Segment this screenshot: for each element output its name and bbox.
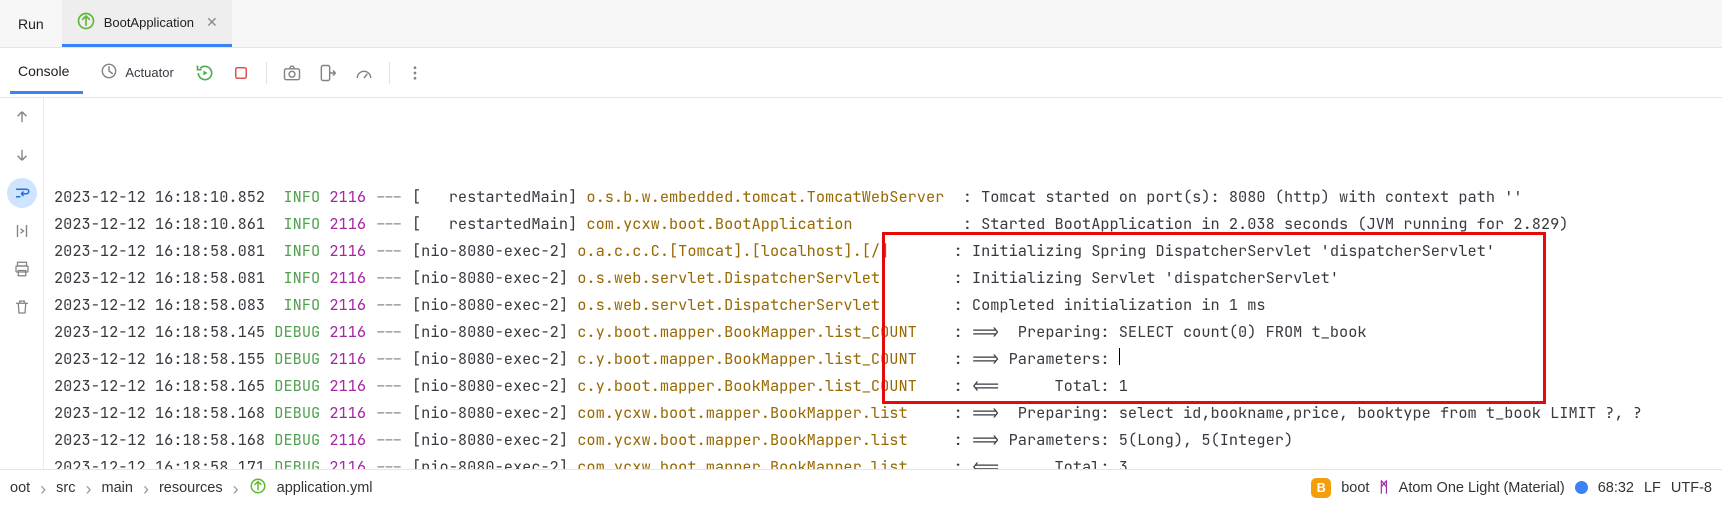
scroll-up-icon[interactable] bbox=[7, 102, 37, 132]
log-line: 2023-12-12 16:18:10.861 INFO 2116 --- [ … bbox=[54, 210, 1722, 237]
top-tab-bar: Run BootApplication ✕ bbox=[0, 0, 1722, 48]
file-encoding[interactable]: UTF-8 bbox=[1671, 480, 1712, 496]
separator bbox=[266, 62, 267, 84]
more-icon[interactable] bbox=[400, 58, 430, 88]
separator bbox=[389, 62, 390, 84]
tab-console[interactable]: Console bbox=[10, 53, 83, 93]
yaml-icon bbox=[249, 477, 267, 499]
run-config-tab-label: BootApplication bbox=[104, 15, 194, 30]
breadcrumb-segment[interactable]: oot bbox=[10, 480, 30, 496]
log-line: 2023-12-12 16:18:58.081 INFO 2116 --- [n… bbox=[54, 264, 1722, 291]
actuator-icon bbox=[99, 61, 119, 84]
module-badge[interactable]: B bbox=[1311, 478, 1331, 498]
log-line: 2023-12-12 16:18:58.165 DEBUG 2116 --- [… bbox=[54, 372, 1722, 399]
breadcrumb-file[interactable]: application.yml bbox=[277, 480, 373, 496]
log-line: 2023-12-12 16:18:58.145 DEBUG 2116 --- [… bbox=[54, 318, 1722, 345]
log-line: 2023-12-12 16:18:10.852 INFO 2116 --- [ … bbox=[54, 183, 1722, 210]
log-line: 2023-12-12 16:18:58.081 INFO 2116 --- [n… bbox=[54, 237, 1722, 264]
scroll-to-end-icon[interactable] bbox=[7, 216, 37, 246]
profiler-icon[interactable] bbox=[349, 58, 379, 88]
console-gutter bbox=[0, 98, 44, 469]
breadcrumb-segment[interactable]: main bbox=[102, 480, 133, 496]
run-config-tab-bootapplication[interactable]: BootApplication ✕ bbox=[62, 0, 232, 47]
status-dot-icon[interactable] bbox=[1575, 481, 1588, 494]
stop-button[interactable] bbox=[226, 58, 256, 88]
close-icon[interactable]: ✕ bbox=[206, 14, 218, 31]
scroll-down-icon[interactable] bbox=[7, 140, 37, 170]
log-line: 2023-12-12 16:18:58.168 DEBUG 2116 --- [… bbox=[54, 426, 1722, 453]
caret-position[interactable]: 68:32 bbox=[1598, 480, 1634, 496]
spring-boot-icon bbox=[76, 11, 96, 34]
theme-name[interactable]: Atom One Light (Material) bbox=[1399, 480, 1565, 496]
breadcrumb-segment[interactable]: resources bbox=[159, 480, 223, 496]
log-line: 2023-12-12 16:18:58.155 DEBUG 2116 --- [… bbox=[54, 345, 1722, 372]
log-line: 2023-12-12 16:18:58.168 DEBUG 2116 --- [… bbox=[54, 399, 1722, 426]
console-toolbar: Console Actuator bbox=[0, 48, 1722, 98]
rerun-button[interactable] bbox=[190, 58, 220, 88]
screenshot-icon[interactable] bbox=[277, 58, 307, 88]
print-icon[interactable] bbox=[7, 254, 37, 284]
console-output[interactable]: 2023-12-12 16:18:10.852 INFO 2116 --- [ … bbox=[44, 98, 1722, 469]
soft-wrap-toggle[interactable] bbox=[7, 178, 37, 208]
log-line: 2023-12-12 16:18:58.083 INFO 2116 --- [n… bbox=[54, 291, 1722, 318]
module-name[interactable]: boot bbox=[1341, 480, 1369, 496]
status-bar: oot › src › main › resources › applicati… bbox=[0, 469, 1722, 505]
tab-actuator[interactable]: Actuator bbox=[89, 61, 183, 84]
theme-icon: ᛗ bbox=[1379, 480, 1388, 496]
text-caret bbox=[1119, 348, 1120, 365]
actuator-label: Actuator bbox=[125, 65, 173, 80]
breadcrumb-segment[interactable]: src bbox=[56, 480, 75, 496]
trash-icon[interactable] bbox=[7, 292, 37, 322]
line-separator[interactable]: LF bbox=[1644, 480, 1661, 496]
run-tool-window-label[interactable]: Run bbox=[0, 0, 62, 47]
breadcrumb[interactable]: oot › src › main › resources › applicati… bbox=[10, 477, 373, 499]
log-line: 2023-12-12 16:18:58.171 DEBUG 2116 --- [… bbox=[54, 453, 1722, 469]
exit-icon[interactable] bbox=[313, 58, 343, 88]
